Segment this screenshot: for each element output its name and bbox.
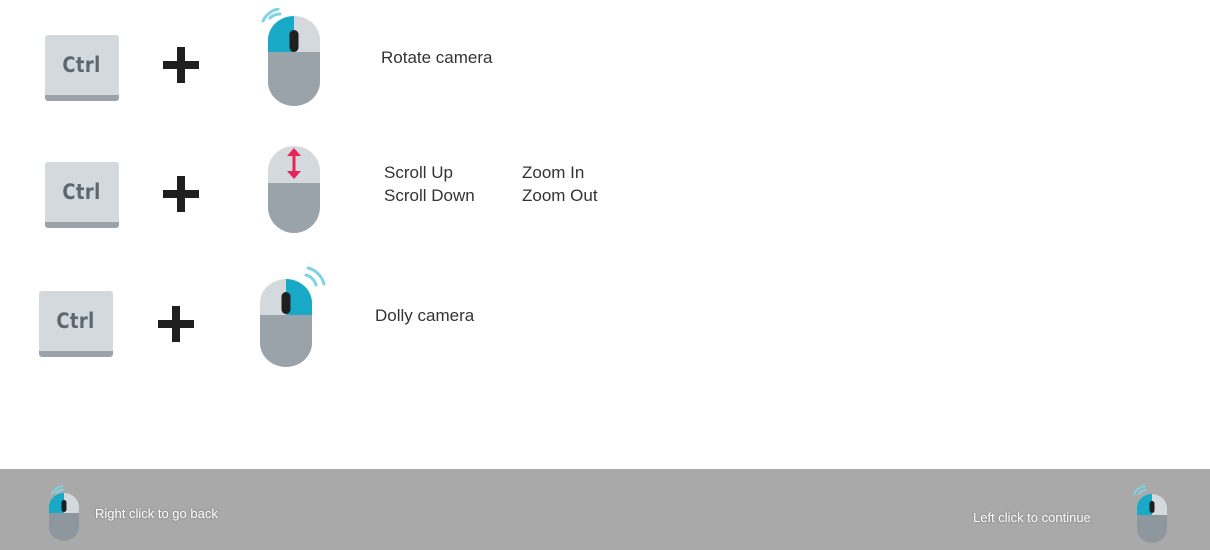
footer-bar: Right click to go back Left click to con… bbox=[0, 469, 1210, 550]
controls-help-screen: Ctrl Rotate camera Ctrl Scroll Up Scroll… bbox=[0, 0, 1210, 550]
ctrl-key: Ctrl bbox=[39, 291, 113, 357]
mouse-left-click-icon bbox=[1133, 485, 1167, 543]
ctrl-key-label: Ctrl bbox=[56, 309, 96, 333]
ctrl-key-label: Ctrl bbox=[62, 53, 102, 77]
plus-icon bbox=[163, 176, 199, 212]
mouse-left-click-icon bbox=[260, 266, 326, 367]
action-label: Rotate camera bbox=[381, 48, 493, 67]
scroll-up-label: Scroll Up bbox=[384, 163, 453, 182]
mouse-right-click-icon bbox=[49, 485, 79, 541]
zoom-in-label: Zoom In bbox=[522, 163, 585, 182]
go-back-hint: Right click to go back bbox=[95, 506, 218, 521]
mouse-right-click-icon bbox=[261, 8, 320, 106]
plus-icon bbox=[163, 47, 199, 83]
action-label: Dolly camera bbox=[375, 306, 475, 325]
zoom-out-label: Zoom Out bbox=[522, 186, 598, 205]
ctrl-key-label: Ctrl bbox=[62, 180, 102, 204]
scroll-down-label: Scroll Down bbox=[384, 186, 475, 205]
continue-hint: Left click to continue bbox=[973, 510, 1091, 525]
ctrl-key: Ctrl bbox=[45, 162, 119, 228]
plus-icon bbox=[158, 306, 194, 342]
mouse-scroll-icon bbox=[268, 146, 320, 233]
ctrl-key: Ctrl bbox=[45, 35, 119, 101]
